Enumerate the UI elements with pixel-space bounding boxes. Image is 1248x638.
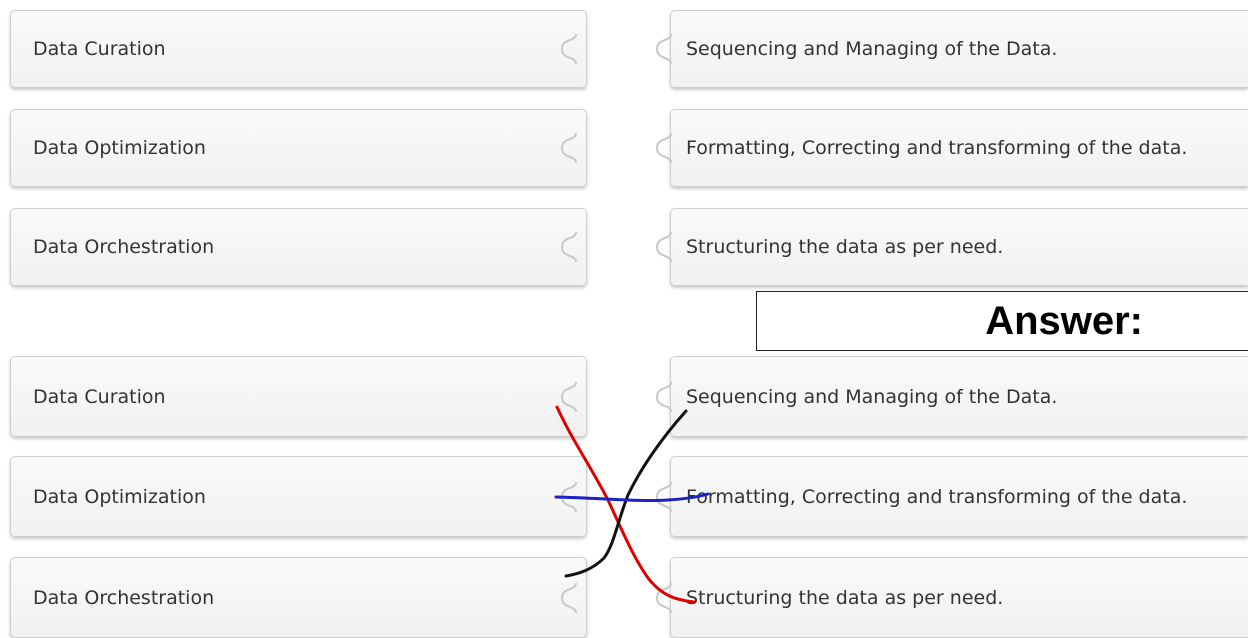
item-label: Sequencing and Managing of the Data. — [686, 38, 1058, 60]
puzzle-socket-icon — [560, 481, 577, 512]
item-label: Data Optimization — [33, 137, 206, 159]
item-label: Data Orchestration — [33, 586, 215, 609]
answer-left-item-2[interactable]: Data Optimization — [10, 456, 587, 537]
puzzle-socket-icon — [560, 33, 577, 65]
puzzle-socket-icon — [560, 231, 577, 263]
puzzle-tab-icon — [655, 582, 672, 613]
question-right-item-1[interactable]: Sequencing and Managing of the Data. — [655, 10, 1248, 88]
answer-right-item-3[interactable]: Structuring the data as per need. — [655, 557, 1248, 638]
puzzle-tab-icon — [655, 132, 672, 164]
answer-right-item-1[interactable]: Sequencing and Managing of the Data. — [655, 356, 1248, 437]
question-left-item-1[interactable]: Data Curation — [10, 10, 587, 88]
puzzle-tab-icon — [655, 481, 672, 512]
answer-left-item-1[interactable]: Data Curation — [10, 356, 587, 437]
puzzle-tab-icon — [655, 231, 672, 263]
puzzle-socket-icon — [560, 582, 577, 613]
puzzle-tab-icon — [655, 33, 672, 65]
puzzle-socket-icon — [560, 381, 577, 412]
question-right-item-3[interactable]: Structuring the data as per need. — [655, 208, 1248, 286]
item-label: Data Curation — [33, 38, 166, 60]
item-label: Structuring the data as per need. — [686, 586, 1004, 609]
question-right-item-2[interactable]: Formatting, Correcting and transforming … — [655, 109, 1248, 187]
item-label: Data Optimization — [33, 485, 206, 508]
answer-heading: Answer: — [756, 291, 1248, 351]
item-label: Sequencing and Managing of the Data. — [686, 385, 1058, 408]
item-label: Structuring the data as per need. — [686, 236, 1004, 258]
answer-left-item-3[interactable]: Data Orchestration — [10, 557, 587, 638]
item-label: Formatting, Correcting and transforming … — [686, 137, 1188, 159]
question-left-item-2[interactable]: Data Optimization — [10, 109, 587, 187]
puzzle-socket-icon — [560, 132, 577, 164]
item-label: Data Orchestration — [33, 236, 215, 258]
answer-right-item-2[interactable]: Formatting, Correcting and transforming … — [655, 456, 1248, 537]
question-left-item-3[interactable]: Data Orchestration — [10, 208, 587, 286]
item-label: Formatting, Correcting and transforming … — [686, 485, 1188, 508]
puzzle-tab-icon — [655, 381, 672, 412]
item-label: Data Curation — [33, 385, 166, 408]
